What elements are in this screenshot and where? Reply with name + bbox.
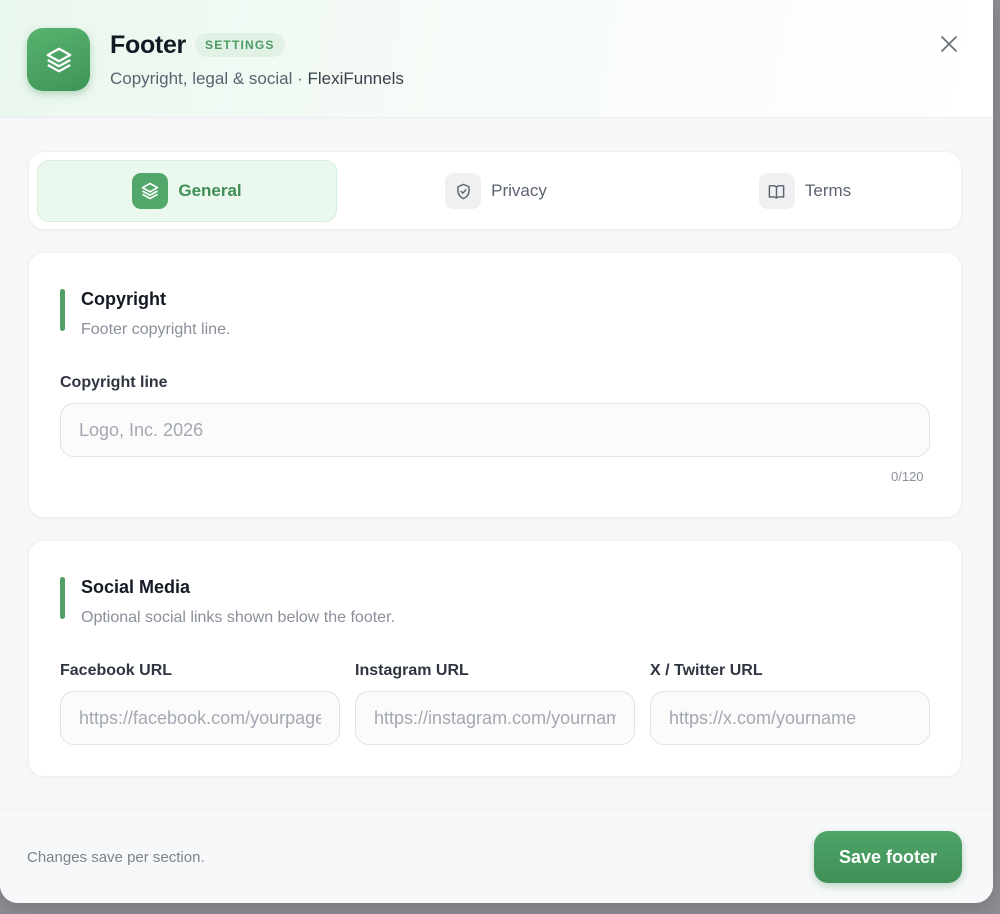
- layers-icon: [132, 173, 169, 209]
- social-media-card: Social Media Optional social links shown…: [28, 540, 962, 777]
- twitter-url-input[interactable]: [650, 691, 930, 745]
- tab-label: Privacy: [491, 181, 547, 200]
- settings-badge: SETTINGS: [195, 33, 285, 57]
- copyright-card: Copyright Footer copyright line. Copyrig…: [28, 252, 962, 518]
- copyright-line-input[interactable]: [60, 403, 930, 457]
- facebook-url-label: Facebook URL: [60, 662, 173, 679]
- instagram-url-input[interactable]: [355, 691, 635, 745]
- save-footer-button[interactable]: Save footer: [814, 831, 962, 883]
- instagram-url-label: Instagram URL: [355, 662, 469, 679]
- section-tabs: General Privacy Terms: [28, 151, 962, 230]
- tab-label: Terms: [804, 181, 852, 200]
- subtitle-text: Copyright, legal & social ·: [110, 69, 308, 88]
- section-description: Footer copyright line.: [81, 321, 231, 338]
- tab-label: General: [178, 181, 242, 200]
- tab-privacy[interactable]: Privacy: [346, 160, 646, 222]
- character-counter: 0/120: [891, 469, 924, 484]
- close-icon: [941, 36, 957, 52]
- section-accent-bar: [60, 289, 65, 331]
- copyright-line-label: Copyright line: [60, 374, 168, 391]
- page-title: Footer: [110, 31, 186, 59]
- modal-footer: Changes save per section. Save footer: [0, 809, 993, 903]
- modal-header: Footer SETTINGS Copyright, legal & socia…: [0, 0, 993, 118]
- tab-general[interactable]: General: [37, 160, 337, 222]
- facebook-url-input[interactable]: [60, 691, 340, 745]
- layers-icon: [27, 28, 90, 91]
- shield-icon: [445, 173, 482, 209]
- tab-terms[interactable]: Terms: [655, 160, 955, 222]
- twitter-url-label: X / Twitter URL: [650, 662, 763, 679]
- save-hint: Changes save per section.: [27, 849, 205, 866]
- section-accent-bar: [60, 577, 65, 619]
- section-title: Copyright: [81, 289, 166, 309]
- book-icon: [758, 173, 795, 209]
- footer-settings-modal: Footer SETTINGS Copyright, legal & socia…: [0, 0, 993, 903]
- section-title: Social Media: [81, 577, 191, 597]
- section-description: Optional social links shown below the fo…: [81, 609, 395, 626]
- close-button[interactable]: [935, 30, 963, 58]
- brand-name: FlexiFunnels: [307, 69, 404, 88]
- page-subtitle: Copyright, legal & social · FlexiFunnels: [110, 69, 404, 89]
